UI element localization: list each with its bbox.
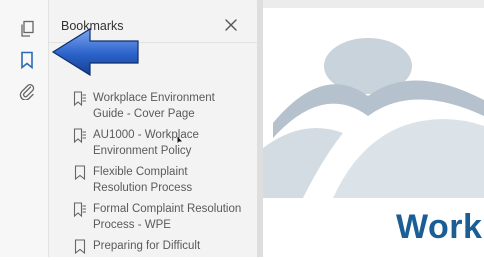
document-view[interactable]: Work	[263, 0, 484, 257]
bookmark-item[interactable]: Flexible Complaint Resolution Process	[49, 164, 257, 196]
bookmark-item[interactable]: Formal Complaint Resolution Process - WP…	[49, 201, 257, 233]
bookmark-icon	[73, 165, 87, 181]
bookmark-label: Flexible Complaint Resolution Process	[93, 166, 193, 194]
bookmark-item[interactable]: AU1000 - Workplace Environment Policy	[49, 127, 257, 159]
mouse-cursor-icon	[177, 131, 183, 149]
page-thumbnails-icon[interactable]	[18, 20, 36, 38]
document-logo	[263, 38, 484, 198]
bookmark-item[interactable]: Workplace Environment Guide - Cover Page	[49, 90, 257, 122]
navigation-rail	[0, 0, 49, 257]
tagged-bookmark-icon	[73, 91, 87, 107]
arrow-pointer-icon	[50, 26, 142, 83]
document-page: Work	[263, 8, 484, 257]
document-heading-text: Work	[396, 208, 483, 246]
bookmark-item[interactable]: Preparing for Difficult	[49, 238, 257, 255]
bookmark-icon[interactable]	[18, 51, 36, 69]
bookmark-label: Workplace Environment Guide - Cover Page	[93, 92, 215, 120]
tagged-bookmark-icon	[73, 202, 87, 218]
attachment-icon[interactable]	[18, 82, 36, 100]
bookmark-list: Workplace Environment Guide - Cover Page…	[49, 90, 257, 255]
bookmark-label: Formal Complaint Resolution Process - WP…	[93, 203, 242, 231]
bookmark-label: AU1000 - Workplace Environment Policy	[93, 129, 199, 157]
bookmark-label: Preparing for Difficult	[93, 240, 201, 252]
tagged-bookmark-icon	[73, 128, 87, 144]
bookmark-icon	[73, 239, 87, 255]
close-icon[interactable]	[221, 15, 241, 35]
